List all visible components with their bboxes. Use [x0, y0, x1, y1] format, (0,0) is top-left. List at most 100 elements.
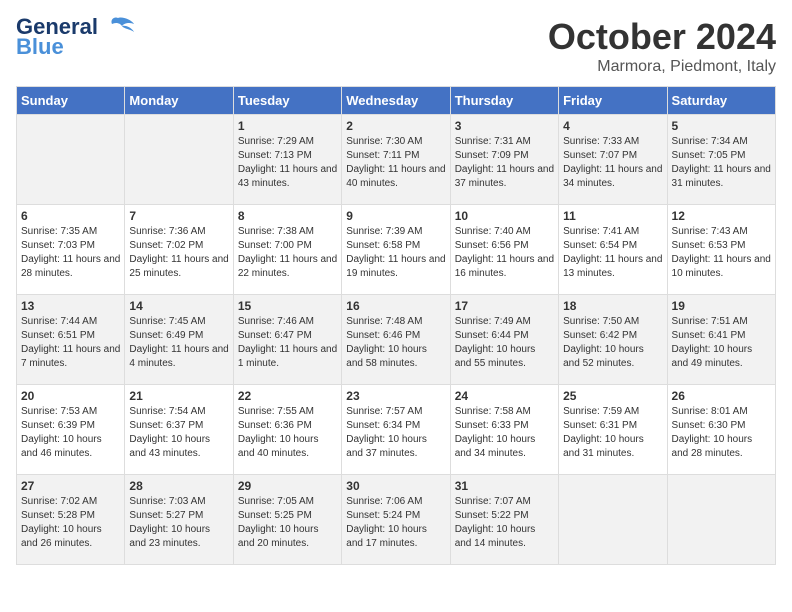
calendar-cell: 3Sunrise: 7:31 AM Sunset: 7:09 PM Daylig… — [450, 115, 558, 205]
calendar-cell: 4 Sunrise: 7:33 AM Sunset: 7:07 PM Daylig… — [559, 115, 667, 205]
calendar-cell: 12 Sunrise: 7:43 AM Sunset: 6:53 PM Dayli… — [667, 205, 775, 295]
calendar-cell: 30 Sunrise: 7:06 AM Sunset: 5:24 PM Dayli… — [342, 475, 450, 565]
calendar-cell: 5Sunrise: 7:34 AM Sunset: 7:05 PM Daylig… — [667, 115, 775, 205]
day-info: Sunrise: 7:41 AM Sunset: 6:54 PM Dayligh… — [563, 225, 662, 281]
day-info: Sunrise: 7:29 AM Sunset: 7:13 PM Dayligh… — [238, 135, 337, 191]
day-info: Sunrise: 7:43 AM Sunset: 6:53 PM Dayligh… — [672, 225, 771, 281]
day-info: Sunrise: 7:35 AM Sunset: 7:03 PM Dayligh… — [21, 225, 120, 281]
day-number: 3 — [455, 119, 554, 133]
day-info: Sunrise: 7:05 AM Sunset: 5:25 PM Dayligh… — [238, 495, 337, 551]
day-info: Sunrise: 8:01 AM Sunset: 6:30 PM Dayligh… — [672, 405, 771, 461]
day-info: Sunrise: 7:51 AM Sunset: 6:41 PM Dayligh… — [672, 315, 771, 371]
day-info: Sunrise: 7:54 AM Sunset: 6:37 PM Dayligh… — [129, 405, 228, 461]
location-subtitle: Marmora, Piedmont, Italy — [548, 58, 776, 76]
calendar-table: SundayMondayTuesdayWednesdayThursdayFrid… — [16, 86, 776, 565]
day-number: 22 — [238, 389, 337, 403]
logo-bird-icon — [102, 16, 134, 38]
day-number: 31 — [455, 479, 554, 493]
calendar-cell: 23 Sunrise: 7:57 AM Sunset: 6:34 PM Dayli… — [342, 385, 450, 475]
day-number: 12 — [672, 209, 771, 223]
day-info: Sunrise: 7:49 AM Sunset: 6:44 PM Dayligh… — [455, 315, 554, 371]
day-info: Sunrise: 7:06 AM Sunset: 5:24 PM Dayligh… — [346, 495, 445, 551]
day-number: 28 — [129, 479, 228, 493]
day-number: 19 — [672, 299, 771, 313]
day-info: Sunrise: 7:38 AM Sunset: 7:00 PM Dayligh… — [238, 225, 337, 281]
calendar-cell: 19 Sunrise: 7:51 AM Sunset: 6:41 PM Dayli… — [667, 295, 775, 385]
calendar-cell: 7Sunrise: 7:36 AM Sunset: 7:02 PM Daylig… — [125, 205, 233, 295]
day-number: 16 — [346, 299, 445, 313]
calendar-cell: 18Sunrise: 7:50 AM Sunset: 6:42 PM Dayli… — [559, 295, 667, 385]
day-info: Sunrise: 7:40 AM Sunset: 6:56 PM Dayligh… — [455, 225, 554, 281]
calendar-cell — [559, 475, 667, 565]
calendar-week-row: 27 Sunrise: 7:02 AM Sunset: 5:28 PM Dayli… — [17, 475, 776, 565]
calendar-cell: 17 Sunrise: 7:49 AM Sunset: 6:44 PM Dayli… — [450, 295, 558, 385]
day-info: Sunrise: 7:33 AM Sunset: 7:07 PM Dayligh… — [563, 135, 662, 191]
calendar-cell: 28 Sunrise: 7:03 AM Sunset: 5:27 PM Dayli… — [125, 475, 233, 565]
day-number: 30 — [346, 479, 445, 493]
day-number: 27 — [21, 479, 120, 493]
day-number: 23 — [346, 389, 445, 403]
calendar-cell: 26Sunrise: 8:01 AM Sunset: 6:30 PM Dayli… — [667, 385, 775, 475]
calendar-week-row: 20 Sunrise: 7:53 AM Sunset: 6:39 PM Dayli… — [17, 385, 776, 475]
calendar-cell: 1 Sunrise: 7:29 AM Sunset: 7:13 PM Daylig… — [233, 115, 341, 205]
calendar-cell — [667, 475, 775, 565]
calendar-cell: 14 Sunrise: 7:45 AM Sunset: 6:49 PM Dayli… — [125, 295, 233, 385]
day-number: 25 — [563, 389, 662, 403]
day-info: Sunrise: 7:45 AM Sunset: 6:49 PM Dayligh… — [129, 315, 228, 371]
day-number: 14 — [129, 299, 228, 313]
calendar-cell: 16 Sunrise: 7:48 AM Sunset: 6:46 PM Dayli… — [342, 295, 450, 385]
weekday-header-saturday: Saturday — [667, 87, 775, 115]
calendar-cell: 22 Sunrise: 7:55 AM Sunset: 6:36 PM Dayli… — [233, 385, 341, 475]
calendar-cell — [125, 115, 233, 205]
calendar-cell: 27 Sunrise: 7:02 AM Sunset: 5:28 PM Dayli… — [17, 475, 125, 565]
calendar-cell: 2Sunrise: 7:30 AM Sunset: 7:11 PM Daylig… — [342, 115, 450, 205]
calendar-cell: 21 Sunrise: 7:54 AM Sunset: 6:37 PM Dayli… — [125, 385, 233, 475]
day-info: Sunrise: 7:07 AM Sunset: 5:22 PM Dayligh… — [455, 495, 554, 551]
calendar-header-row: SundayMondayTuesdayWednesdayThursdayFrid… — [17, 87, 776, 115]
day-number: 1 — [238, 119, 337, 133]
day-number: 7 — [129, 209, 228, 223]
day-info: Sunrise: 7:48 AM Sunset: 6:46 PM Dayligh… — [346, 315, 445, 371]
day-number: 15 — [238, 299, 337, 313]
calendar-cell: 10 Sunrise: 7:40 AM Sunset: 6:56 PM Dayli… — [450, 205, 558, 295]
calendar-cell — [17, 115, 125, 205]
day-number: 4 — [563, 119, 662, 133]
day-info: Sunrise: 7:53 AM Sunset: 6:39 PM Dayligh… — [21, 405, 120, 461]
day-number: 10 — [455, 209, 554, 223]
day-number: 24 — [455, 389, 554, 403]
calendar-cell: 11 Sunrise: 7:41 AM Sunset: 6:54 PM Dayli… — [559, 205, 667, 295]
day-info: Sunrise: 7:46 AM Sunset: 6:47 PM Dayligh… — [238, 315, 337, 371]
calendar-cell: 25Sunrise: 7:59 AM Sunset: 6:31 PM Dayli… — [559, 385, 667, 475]
calendar-week-row: 6 Sunrise: 7:35 AM Sunset: 7:03 PM Daylig… — [17, 205, 776, 295]
day-number: 20 — [21, 389, 120, 403]
day-info: Sunrise: 7:02 AM Sunset: 5:28 PM Dayligh… — [21, 495, 120, 551]
day-number: 11 — [563, 209, 662, 223]
calendar-cell: 24 Sunrise: 7:58 AM Sunset: 6:33 PM Dayli… — [450, 385, 558, 475]
day-number: 18 — [563, 299, 662, 313]
weekday-header-friday: Friday — [559, 87, 667, 115]
day-info: Sunrise: 7:44 AM Sunset: 6:51 PM Dayligh… — [21, 315, 120, 371]
day-info: Sunrise: 7:03 AM Sunset: 5:27 PM Dayligh… — [129, 495, 228, 551]
day-number: 17 — [455, 299, 554, 313]
month-title: October 2024 — [548, 16, 776, 58]
calendar-cell: 13 Sunrise: 7:44 AM Sunset: 6:51 PM Dayli… — [17, 295, 125, 385]
day-info: Sunrise: 7:58 AM Sunset: 6:33 PM Dayligh… — [455, 405, 554, 461]
day-number: 6 — [21, 209, 120, 223]
calendar-cell: 29Sunrise: 7:05 AM Sunset: 5:25 PM Dayli… — [233, 475, 341, 565]
day-number: 21 — [129, 389, 228, 403]
calendar-cell: 9Sunrise: 7:39 AM Sunset: 6:58 PM Daylig… — [342, 205, 450, 295]
calendar-week-row: 13 Sunrise: 7:44 AM Sunset: 6:51 PM Dayli… — [17, 295, 776, 385]
logo: General Blue — [16, 16, 134, 58]
page-header: General Blue October 2024 Marmora, Piedm… — [16, 16, 776, 76]
calendar-cell: 15 Sunrise: 7:46 AM Sunset: 6:47 PM Dayli… — [233, 295, 341, 385]
day-info: Sunrise: 7:55 AM Sunset: 6:36 PM Dayligh… — [238, 405, 337, 461]
weekday-header-thursday: Thursday — [450, 87, 558, 115]
calendar-week-row: 1 Sunrise: 7:29 AM Sunset: 7:13 PM Daylig… — [17, 115, 776, 205]
logo-blue-text: Blue — [16, 36, 64, 58]
weekday-header-tuesday: Tuesday — [233, 87, 341, 115]
day-number: 2 — [346, 119, 445, 133]
day-info: Sunrise: 7:57 AM Sunset: 6:34 PM Dayligh… — [346, 405, 445, 461]
title-section: October 2024 Marmora, Piedmont, Italy — [548, 16, 776, 76]
weekday-header-wednesday: Wednesday — [342, 87, 450, 115]
day-number: 13 — [21, 299, 120, 313]
